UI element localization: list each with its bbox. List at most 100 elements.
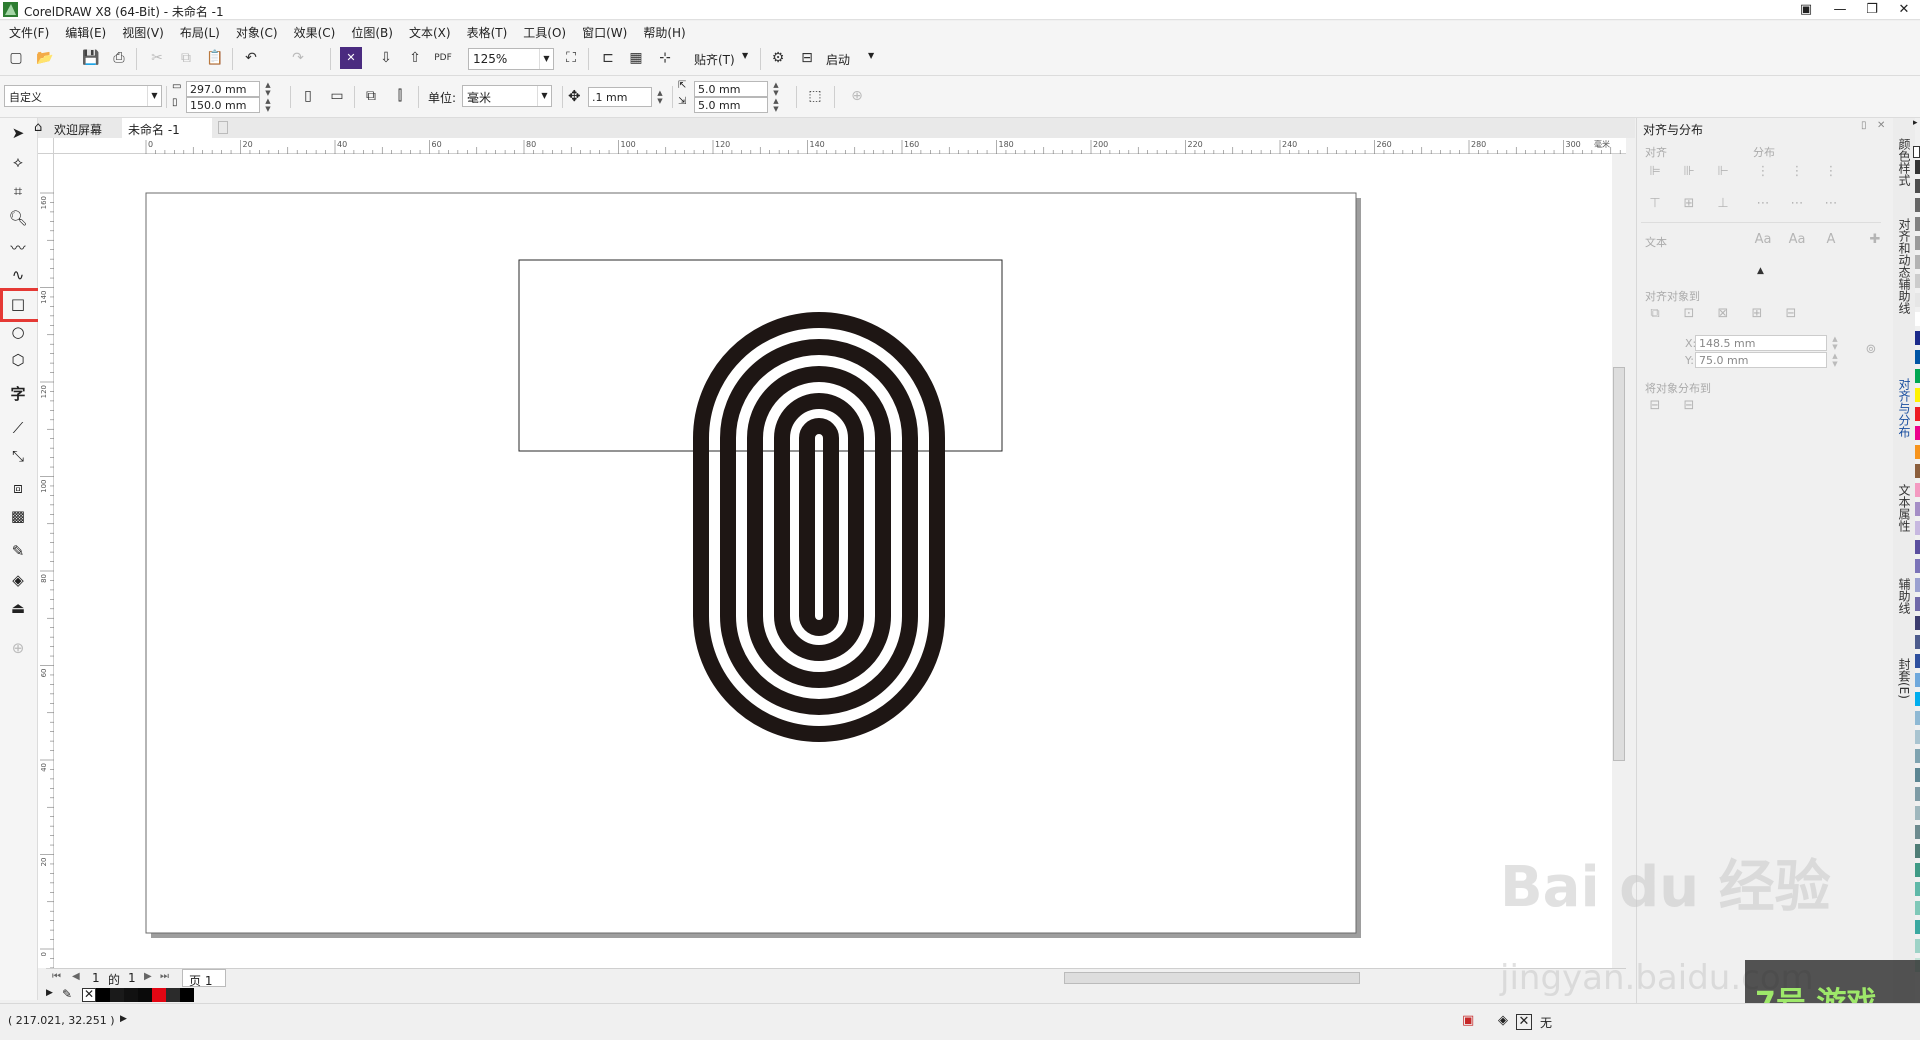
current-page-icon[interactable]: ⫿ — [389, 85, 411, 107]
page-height-field[interactable]: 150.0 mm — [186, 97, 260, 113]
shape-tool-icon[interactable]: ⟡ — [5, 150, 31, 174]
interactive-fill-icon[interactable]: ◈ — [5, 568, 31, 592]
units-select[interactable]: 毫米 ▼ — [462, 85, 552, 107]
tab-color-styles[interactable]: 颜色样式 — [1895, 138, 1913, 186]
menu-layout[interactable]: 布局(L) — [171, 21, 227, 42]
palette-swatch[interactable] — [1915, 160, 1920, 174]
align-left-icon[interactable]: ⊫ — [1645, 164, 1665, 182]
docker-collapse-icon[interactable]: ▯ — [1861, 120, 1867, 131]
eyedropper-icon[interactable]: ✎ — [62, 987, 72, 1001]
grid-icon[interactable]: ⊞ — [1747, 306, 1767, 324]
undo-icon[interactable]: ↶ — [240, 47, 262, 69]
help-icon[interactable]: ▣ — [1790, 0, 1822, 20]
dup-y-spinner[interactable]: ▲ ▼ — [770, 97, 782, 113]
palette-swatch[interactable] — [1915, 825, 1920, 839]
dup-x-spinner[interactable]: ▲ ▼ — [770, 81, 782, 97]
docker-close-icon[interactable]: ✕ — [1877, 120, 1885, 131]
menu-effects[interactable]: 效果(C) — [285, 21, 343, 42]
width-spinner[interactable]: ▲ ▼ — [262, 81, 274, 97]
horizontal-scroll-thumb[interactable] — [1064, 972, 1360, 984]
palette-swatch[interactable] — [1915, 445, 1920, 459]
search-content-icon[interactable]: ✕ — [340, 47, 362, 69]
page-tab[interactable]: 页 1 — [182, 969, 226, 988]
import-icon[interactable]: ⇩ — [375, 47, 397, 69]
palette-swatch[interactable] — [1915, 597, 1920, 611]
menu-edit[interactable]: 编辑(E) — [56, 21, 113, 42]
palette-swatch[interactable] — [1915, 274, 1920, 288]
text-outline-icon[interactable]: ✚ — [1865, 232, 1885, 250]
text-tool-icon[interactable]: 字 — [5, 382, 31, 406]
new-document-icon[interactable]: ▢ — [5, 47, 27, 69]
palette-scroll-up-icon[interactable]: ▸ — [1913, 118, 1920, 142]
palette-swatch[interactable] — [1915, 217, 1920, 231]
target-icon[interactable]: ⊚ — [1861, 342, 1881, 360]
palette-swatch[interactable] — [1915, 730, 1920, 744]
options-gear-icon[interactable]: ⚙ — [767, 47, 789, 69]
menu-tools[interactable]: 工具(O) — [514, 21, 573, 42]
align-center-v-icon[interactable]: ⊞ — [1679, 196, 1699, 214]
close-button[interactable]: ✕ — [1888, 0, 1920, 20]
launch-icon[interactable]: ⊟ — [796, 47, 818, 69]
treat-as-filled-icon[interactable]: ⬚ — [804, 85, 826, 107]
cut-icon[interactable]: ✂ — [146, 47, 168, 69]
distribute-middle-icon[interactable]: ⋯ — [1787, 196, 1807, 214]
document-palette-swatch[interactable] — [152, 988, 166, 1002]
show-grid-icon[interactable]: ▦ — [625, 47, 647, 69]
eyedropper-icon[interactable]: ✎ — [5, 539, 31, 563]
extent-of-page-icon[interactable]: ⊟ — [1679, 398, 1699, 416]
print-icon[interactable]: ⎙ — [108, 47, 130, 69]
palette-swatch[interactable] — [1915, 901, 1920, 915]
vertical-scroll-thumb[interactable] — [1613, 367, 1625, 761]
document-palette-swatch[interactable] — [110, 988, 124, 1002]
palette-swatch[interactable] — [1915, 255, 1920, 269]
menu-window[interactable]: 窗口(W) — [573, 21, 634, 42]
tab-guidelines[interactable]: 辅助线 — [1895, 578, 1913, 614]
palette-swatch[interactable] — [1915, 293, 1920, 307]
palette-swatch[interactable] — [1915, 407, 1920, 421]
y-position-field[interactable]: 75.0 mm — [1695, 352, 1827, 368]
palette-swatch[interactable] — [1915, 939, 1920, 953]
polygon-tool-icon[interactable]: ⬡ — [5, 348, 31, 372]
zoom-level-select[interactable]: 125% ▼ — [468, 48, 554, 70]
menu-file[interactable]: 文件(F) — [0, 21, 56, 42]
collapse-section-icon[interactable]: ▲ — [1757, 266, 1764, 276]
palette-swatch[interactable] — [1915, 654, 1920, 668]
parallel-dimension-icon[interactable]: ⟋ — [5, 416, 31, 440]
ellipse-tool-icon[interactable]: ○ — [5, 320, 31, 344]
menu-table[interactable]: 表格(T) — [458, 21, 515, 42]
vertical-ruler[interactable]: 160 140 120 100 80 60 40 20 0 — [38, 154, 54, 969]
palette-swatch[interactable] — [1915, 388, 1920, 402]
all-pages-icon[interactable]: ⧉ — [360, 85, 382, 107]
menu-view[interactable]: 视图(V) — [113, 21, 171, 42]
duplicate-y-field[interactable]: 5.0 mm — [694, 97, 768, 113]
menu-text[interactable]: 文本(X) — [400, 21, 458, 42]
tab-document[interactable]: 未命名 -1 — [122, 118, 212, 138]
smart-fill-icon[interactable]: ⏏ — [5, 596, 31, 620]
add-tab-icon[interactable] — [218, 121, 228, 134]
menu-object[interactable]: 对象(C) — [227, 21, 285, 42]
landscape-icon[interactable]: ▭ — [326, 85, 348, 107]
horizontal-ruler[interactable]: 0 20 40 60 80 100 120 140 160 180 200 220 240 260 280 3… — [46, 138, 1626, 154]
palette-swatch[interactable] — [1915, 749, 1920, 763]
quick-customize-icon[interactable]: ⊕ — [846, 85, 868, 107]
palette-swatch[interactable] — [1915, 616, 1920, 630]
palette-swatch[interactable] — [1915, 540, 1920, 554]
last-page-icon[interactable]: ⏭ — [160, 971, 169, 982]
show-rulers-icon[interactable]: ⊏ — [597, 47, 619, 69]
distribute-center-icon[interactable]: ⋮ — [1787, 164, 1807, 182]
specified-point-icon[interactable]: ⊟ — [1781, 306, 1801, 324]
page-center-icon[interactable]: ⊠ — [1713, 306, 1733, 324]
palette-menu-icon[interactable]: ▶ — [46, 988, 53, 998]
palette-swatch[interactable] — [1915, 920, 1920, 934]
palette-swatch[interactable] — [1915, 369, 1920, 383]
palette-swatch[interactable] — [1915, 350, 1920, 364]
distribute-right-icon[interactable]: ⋮ — [1821, 164, 1841, 182]
x-position-field[interactable]: 148.5 mm — [1695, 335, 1827, 351]
duplicate-x-field[interactable]: 5.0 mm — [694, 81, 768, 97]
document-palette-swatch[interactable] — [96, 988, 110, 1002]
full-screen-preview-icon[interactable]: ⛶ — [560, 47, 582, 69]
palette-swatch[interactable] — [1915, 863, 1920, 877]
copy-icon[interactable]: ⧉ — [175, 47, 197, 69]
height-spinner[interactable]: ▲ ▼ — [262, 97, 274, 113]
palette-swatch[interactable] — [1915, 844, 1920, 858]
